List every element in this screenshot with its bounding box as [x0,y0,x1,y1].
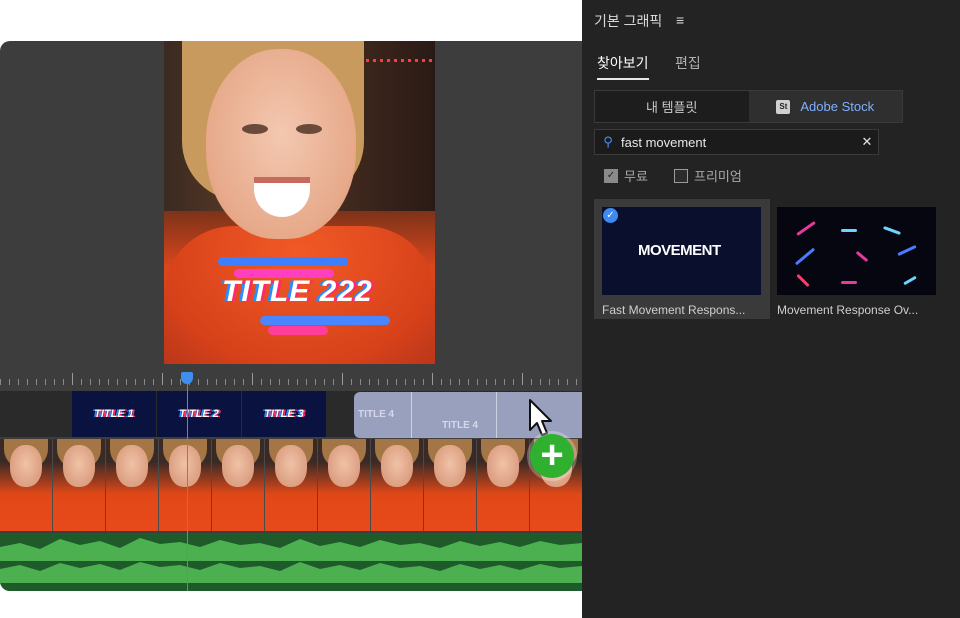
clip-face [381,445,413,487]
template-title: Movement Response Ov... [777,303,919,317]
search-icon: ⚲ [603,134,613,149]
filter-free[interactable]: ✓ 무료 [604,166,648,185]
title-clip-label: TITLE 1 [94,408,134,420]
overlay-bar-blue [218,257,348,266]
drag-clip-label: TITLE 4 [358,409,395,420]
thumbnail-text: MOVEMENT [638,242,721,259]
filter-premium[interactable]: 프리미엄 [674,166,742,185]
motion-stroke [897,244,917,257]
template-card[interactable]: MOVEMENT ✓ Fast Movement Respons... [594,199,770,319]
motion-stroke [796,220,816,237]
video-editor: TITLE 222 TITLE 1 TITLE 2 TITLE 3 TITLE … [0,41,582,591]
ruler-tick [432,373,433,385]
search-box: ⚲ ✕ [594,129,879,155]
clip-face [434,445,466,487]
clip-divider [496,392,497,438]
ruler-tick [162,373,163,385]
video-clip[interactable] [106,439,159,531]
video-clip[interactable] [53,439,106,531]
adobe-stock-button[interactable]: St Adobe Stock [748,91,902,122]
drag-clip-label: TITLE 4 [442,420,479,431]
audio-track[interactable] [0,533,582,591]
clip-face [116,445,148,487]
tab-browse[interactable]: 찾아보기 [597,53,649,80]
video-clip[interactable] [265,439,318,531]
adobe-stock-label: Adobe Stock [800,99,875,114]
clip-face [10,445,42,487]
title-clip[interactable]: TITLE 2 [157,391,243,437]
clip-face [487,445,519,487]
selected-check-icon: ✓ [603,208,618,223]
overlay-bar-pink-2 [268,326,328,335]
title-clip[interactable]: TITLE 3 [242,391,328,437]
timeline-ruler[interactable] [0,369,582,389]
clip-divider [411,392,412,438]
video-clip[interactable] [159,439,212,531]
my-templates-button[interactable]: 내 템플릿 [595,91,749,122]
title-clip[interactable]: TITLE 1 [72,391,158,437]
video-clip[interactable] [477,439,530,531]
preview-mouth [254,177,310,217]
motion-stroke [855,250,869,263]
checkbox-checked-icon[interactable]: ✓ [604,168,618,183]
essential-graphics-panel: 기본 그래픽 ≡ 찾아보기 편집 내 템플릿 St Adobe Stock ⚲ … [582,0,960,618]
motion-stroke [841,229,857,232]
motion-stroke [903,275,917,286]
title-clip-label: TITLE 3 [264,408,304,420]
checkbox-icon[interactable] [674,168,688,183]
ruler-tick [72,373,73,385]
clip-face [63,445,95,487]
add-plus-icon[interactable]: + [530,434,574,478]
video-clip[interactable] [318,439,371,531]
motion-stroke [796,273,810,288]
motion-stroke [841,281,857,284]
panel-title: 기본 그래픽 [594,13,663,29]
filter-premium-label: 프리미엄 [694,169,742,184]
title-clip-label: TITLE 2 [179,408,219,420]
motion-stroke [794,247,816,266]
close-icon[interactable]: ✕ [856,134,878,150]
video-track [0,439,582,531]
source-switch: 내 템플릿 St Adobe Stock [594,90,903,123]
clip-face [275,445,307,487]
tab-edit[interactable]: 편집 [675,53,701,78]
video-preview[interactable]: TITLE 222 [164,41,435,364]
adobe-stock-icon: St [776,99,791,114]
preview-title-overlay[interactable]: TITLE 222 [222,275,373,309]
ruler-tick [252,373,253,385]
video-clip[interactable] [371,439,424,531]
preview-face [206,49,356,239]
panel-menu-icon[interactable]: ≡ [676,12,684,28]
search-input[interactable] [621,134,856,150]
clip-face [328,445,360,487]
clip-face [222,445,254,487]
preview-eye-right [296,124,322,134]
video-clip[interactable] [424,439,477,531]
playhead-handle[interactable] [181,372,193,384]
filter-free-label: 무료 [624,169,648,184]
my-templates-label: 내 템플릿 [646,100,698,115]
overlay-bar-blue-2 [260,316,390,325]
template-card[interactable]: Movement Response Ov... [769,199,945,319]
preview-eye-left [242,124,268,134]
playhead-line [187,383,188,591]
clip-face [169,445,201,487]
template-title: Fast Movement Respons... [602,303,746,317]
template-thumbnail [777,207,936,295]
ruler-tick [342,373,343,385]
motion-stroke [883,226,901,235]
mouse-cursor-icon [529,399,552,436]
template-thumbnail: MOVEMENT [602,207,761,295]
audio-waveform [0,538,582,583]
video-clip[interactable] [212,439,265,531]
ruler-tick [522,373,523,385]
video-clip[interactable] [0,439,53,531]
